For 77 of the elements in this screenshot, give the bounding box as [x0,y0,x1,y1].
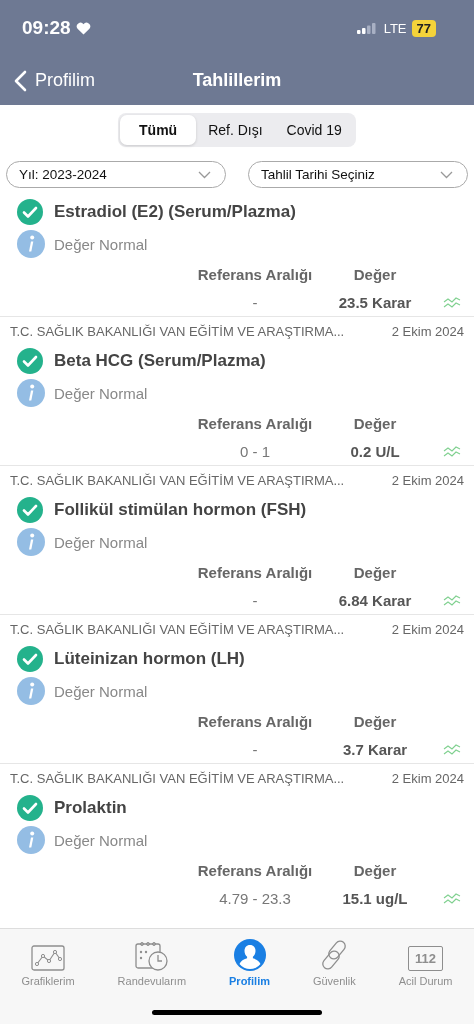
info-icon [17,379,45,407]
column-header: Referans Aralığı [197,563,313,581]
tab-bar-item[interactable]: Randevularım [113,935,191,987]
calendar-clock-icon [134,941,169,971]
check-icon [17,497,43,523]
result-status: Değer Normal [54,682,148,700]
result-date: 2 Ekim 2024 [391,323,464,339]
hospital-name: T.C. SAĞLIK BAKANLIĞI VAN EĞİTİM VE ARAŞTIRMA... [10,770,345,786]
tab-bar-item[interactable]: 112 Acil Durum [394,935,457,987]
tab-bar-item[interactable]: Profilim [225,935,274,987]
result-value: 3.7 Karar [342,740,408,758]
battery-level: 77 [411,19,436,37]
emergency-number-icon: 112 [408,946,444,971]
check-icon [17,199,43,225]
hospital-name: T.C. SAĞLIK BAKANLIĞI VAN EĞİTİM VE ARAŞTIRMA... [10,472,345,488]
result-value: 6.84 Karar [338,591,412,609]
reference-range: - [252,591,258,609]
dropdown-field[interactable]: Tahlil Tarihi Seçiniz [248,161,468,188]
check-icon [17,646,43,672]
heart-icon [75,21,91,35]
result-date: 2 Ekim 2024 [391,770,464,786]
column-header: Referans Aralığı [197,861,313,879]
check-icon [17,795,43,821]
back-button[interactable]: Profilim [14,69,95,92]
column-header: Referans Aralığı [197,265,313,283]
test-name: Beta HCG (Serum/Plazma) [54,351,266,371]
result-status: Değer Normal [54,831,148,849]
trend-icon[interactable] [443,892,461,904]
hospital-name: T.C. SAĞLIK BAKANLIĞI VAN EĞİTİM VE ARAŞTIRMA... [10,621,345,637]
trend-icon[interactable] [443,445,461,457]
column-header: Referans Aralığı [197,414,313,432]
check-icon [17,348,43,374]
segment-tab[interactable]: Covid 19 [274,115,354,145]
screen-title: Tahlillerim [192,70,282,91]
signal-icon [356,22,377,34]
column-header: Değer [353,414,397,432]
test-name: Follikül stimülan hormon (FSH) [54,500,307,520]
reference-range: - [252,740,258,758]
test-name: Estradiol (E2) (Serum/Plazma) [54,202,296,222]
trend-icon[interactable] [443,594,461,606]
result-value: 0.2 U/L [350,442,400,460]
reference-range: 0 - 1 [240,442,270,460]
tab-bar-item[interactable]: Güvenlik [308,935,360,987]
info-icon [17,230,45,258]
trend-icon[interactable] [443,743,461,755]
status-time: 09:28 [22,17,71,39]
chevron-down-icon [440,170,453,179]
reference-range: 4.79 - 23.3 [219,889,291,907]
result-status: Değer Normal [54,235,148,253]
result-status: Değer Normal [54,384,148,402]
person-icon [233,939,266,971]
chevron-down-icon [198,170,211,179]
column-header: Değer [353,563,397,581]
result-value: 23.5 Karar [338,293,412,311]
column-header: Değer [353,712,397,730]
test-name: Lüteinizan hormon (LH) [54,649,245,669]
info-icon [17,528,45,556]
network-label: LTE [383,20,407,36]
reference-range: - [252,293,258,311]
result-date: 2 Ekim 2024 [391,472,464,488]
dropdown-field[interactable]: Yıl: 2023-2024 [6,161,226,188]
result-value: 15.1 ug/L [342,889,408,907]
info-icon [17,826,45,854]
result-date: 2 Ekim 2024 [391,621,464,637]
tab-bar-item[interactable]: Grafiklerim [17,935,79,987]
test-name: Prolaktin [54,798,127,818]
back-icon [14,69,27,92]
trend-icon[interactable] [443,296,461,308]
segment-tab[interactable]: Tümü [120,115,197,145]
chart-icon [31,945,66,971]
column-header: Değer [353,265,397,283]
column-header: Değer [353,861,397,879]
segment-tab[interactable]: Ref. Dışı [196,115,275,145]
hospital-name: T.C. SAĞLIK BAKANLIĞI VAN EĞİTİM VE ARAŞTIRMA... [10,323,345,339]
info-icon [17,677,45,705]
result-status: Değer Normal [54,533,148,551]
column-header: Referans Aralığı [197,712,313,730]
